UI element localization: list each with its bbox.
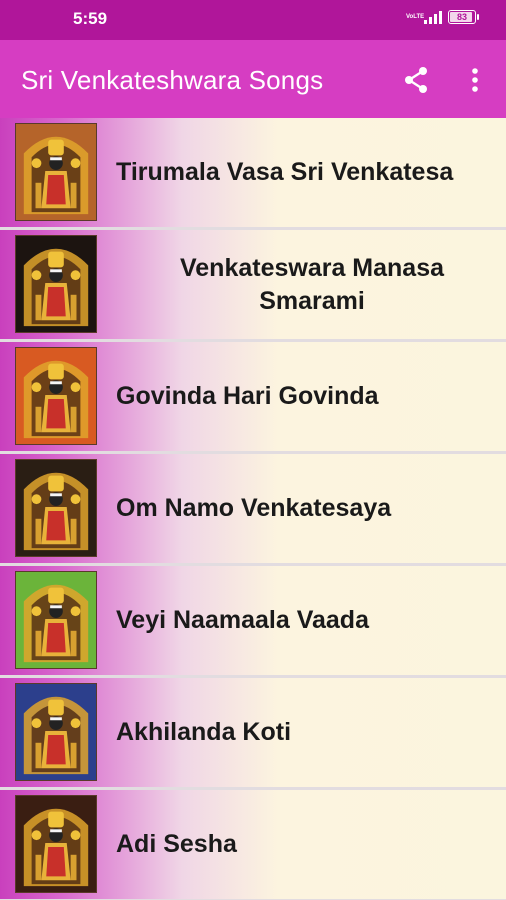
deity-image bbox=[15, 795, 97, 893]
deity-image bbox=[15, 683, 97, 781]
deity-image bbox=[15, 235, 97, 333]
status-time: 5:59 bbox=[73, 9, 108, 28]
app-bar: Sri Venkateshwara Songs bbox=[0, 40, 506, 118]
deity-image bbox=[15, 459, 97, 557]
app-title: Sri Venkateshwara Songs bbox=[21, 65, 324, 95]
song-title: Veyi Naamaala Vaada bbox=[116, 606, 369, 634]
battery-level: 83 bbox=[456, 12, 467, 22]
status-bar: 5:59 VoLTE 83 bbox=[0, 0, 506, 40]
more-vert-icon[interactable] bbox=[462, 64, 488, 96]
song-row-1[interactable]: Tirumala Vasa Sri Venkatesa bbox=[0, 118, 506, 230]
signal-icon bbox=[424, 10, 442, 24]
song-title: Venkateswara Manasa Smarami bbox=[179, 253, 445, 315]
song-title: Akhilanda Koti bbox=[116, 718, 292, 746]
song-row-3[interactable]: Govinda Hari Govinda bbox=[0, 342, 506, 454]
battery-icon: 83 bbox=[448, 10, 479, 24]
deity-image bbox=[15, 571, 97, 669]
status-icons: VoLTE 83 bbox=[406, 10, 479, 24]
volte-icon: VoLTE bbox=[406, 13, 425, 20]
deity-image bbox=[15, 123, 97, 221]
song-list: Tirumala Vasa Sri Venkatesa Venkateswara… bbox=[0, 118, 506, 900]
song-row-5[interactable]: Veyi Naamaala Vaada bbox=[0, 566, 506, 678]
song-row-4[interactable]: Om Namo Venkatesaya bbox=[0, 454, 506, 566]
song-title: Adi Sesha bbox=[116, 830, 237, 858]
song-title: Om Namo Venkatesaya bbox=[116, 494, 392, 522]
song-title: Tirumala Vasa Sri Venkatesa bbox=[116, 158, 454, 186]
song-row-2[interactable]: Venkateswara Manasa Smarami bbox=[0, 230, 506, 342]
song-row-6[interactable]: Akhilanda Koti bbox=[0, 678, 506, 790]
share-icon[interactable] bbox=[400, 64, 432, 96]
song-row-7[interactable]: Adi Sesha bbox=[0, 790, 506, 900]
song-title: Govinda Hari Govinda bbox=[116, 382, 379, 410]
deity-image bbox=[15, 347, 97, 445]
